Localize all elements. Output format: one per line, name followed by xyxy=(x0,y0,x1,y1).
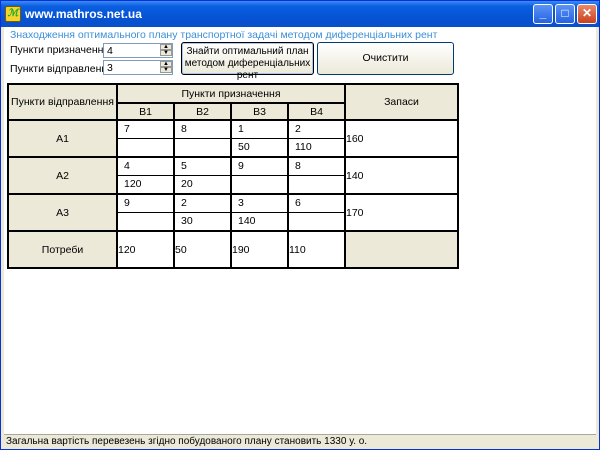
cost-cell[interactable]: 5 xyxy=(175,158,230,176)
demand-cell[interactable]: 120 xyxy=(116,230,175,269)
destinations-stepper[interactable]: 4 ▲ ▼ xyxy=(103,43,173,58)
cost-cell[interactable]: 9 xyxy=(118,195,173,213)
cost-cell[interactable]: 2 xyxy=(289,121,344,139)
cost-cell[interactable]: 7 xyxy=(118,121,173,139)
app-icon[interactable]: ℳ xyxy=(5,6,21,22)
destinations-value[interactable]: 4 xyxy=(107,45,113,57)
column-header: B3 xyxy=(230,102,289,121)
row-header: A1 xyxy=(7,119,118,158)
demand-header: Потреби xyxy=(7,230,118,269)
solve-button-line2: методом диференціальних рент xyxy=(184,58,311,81)
supply-cell[interactable]: 160 xyxy=(344,119,459,158)
cost-cell[interactable]: 8 xyxy=(175,121,230,139)
maximize-icon: □ xyxy=(561,6,569,20)
column-header: B4 xyxy=(287,102,346,121)
allocation-cell[interactable]: 120 xyxy=(118,176,173,193)
allocation-cell[interactable] xyxy=(289,213,344,230)
demand-row: Потреби 120 50 190 110 xyxy=(7,230,459,269)
minimize-button[interactable]: _ xyxy=(533,4,553,24)
close-icon: ✕ xyxy=(581,6,593,20)
supply-cell[interactable]: 140 xyxy=(344,156,459,195)
destinations-header: Пункти призначення xyxy=(116,83,346,104)
window-title: www.mathros.net.ua xyxy=(25,7,142,21)
cost-cell[interactable]: 1 xyxy=(232,121,287,139)
cost-cell[interactable]: 4 xyxy=(118,158,173,176)
allocation-cell[interactable] xyxy=(118,213,173,230)
allocation-cell[interactable]: 30 xyxy=(175,213,230,230)
origins-value[interactable]: 3 xyxy=(107,62,113,74)
allocation-cell[interactable] xyxy=(175,139,230,156)
demand-cell[interactable]: 190 xyxy=(230,230,289,269)
supply-cell[interactable]: 170 xyxy=(344,193,459,232)
title-bar[interactable]: ℳ www.mathros.net.ua _ □ ✕ xyxy=(1,1,599,27)
origins-down-icon[interactable]: ▼ xyxy=(160,67,172,73)
client-area: Знаходження оптимального плану транспорт… xyxy=(4,27,596,448)
cost-cell[interactable]: 3 xyxy=(232,195,287,213)
destinations-down-icon[interactable]: ▼ xyxy=(160,50,172,56)
minimize-icon: _ xyxy=(539,6,547,20)
allocation-cell[interactable] xyxy=(118,139,173,156)
app-window: ℳ www.mathros.net.ua _ □ ✕ Знаходження о… xyxy=(0,0,600,450)
demand-cell[interactable]: 110 xyxy=(287,230,346,269)
allocation-cell[interactable] xyxy=(232,176,287,193)
close-button[interactable]: ✕ xyxy=(577,4,597,24)
row-header: A2 xyxy=(7,156,118,195)
transport-table: Пункти відправлення Пункти призначення З… xyxy=(7,83,459,269)
allocation-cell[interactable]: 20 xyxy=(175,176,230,193)
table-row: A3 9 2 30 3 140 6 170 xyxy=(7,193,459,232)
cost-cell[interactable]: 9 xyxy=(232,158,287,176)
row-header: A3 xyxy=(7,193,118,232)
allocation-cell[interactable]: 110 xyxy=(289,139,344,156)
origins-stepper[interactable]: 3 ▲ ▼ xyxy=(103,60,173,75)
column-header: B1 xyxy=(116,102,175,121)
table-row: A1 7 8 1 50 2 110 160 xyxy=(7,119,459,158)
cost-cell[interactable]: 8 xyxy=(289,158,344,176)
allocation-cell[interactable]: 50 xyxy=(232,139,287,156)
allocation-cell[interactable]: 140 xyxy=(232,213,287,230)
column-header: B2 xyxy=(173,102,232,121)
page-heading: Знаходження оптимального плану транспорт… xyxy=(10,29,438,41)
solve-button[interactable]: Знайти оптимальний план методом диференц… xyxy=(181,42,314,81)
empty-corner-cell xyxy=(344,230,459,269)
cost-cell[interactable]: 6 xyxy=(289,195,344,213)
supply-header: Запаси xyxy=(344,83,459,121)
destinations-label: Пункти призначення : xyxy=(10,44,115,56)
origins-header: Пункти відправлення xyxy=(7,83,118,121)
solve-button-line1: Знайти оптимальний план xyxy=(186,46,309,57)
clear-button[interactable]: Очистити xyxy=(317,42,454,75)
status-bar: Загальна вартість перевезень згідно побу… xyxy=(4,434,596,448)
table-row: A2 4 120 5 20 9 8 140 xyxy=(7,156,459,195)
maximize-button[interactable]: □ xyxy=(555,4,575,24)
allocation-cell[interactable] xyxy=(289,176,344,193)
cost-cell[interactable]: 2 xyxy=(175,195,230,213)
demand-cell[interactable]: 50 xyxy=(173,230,232,269)
